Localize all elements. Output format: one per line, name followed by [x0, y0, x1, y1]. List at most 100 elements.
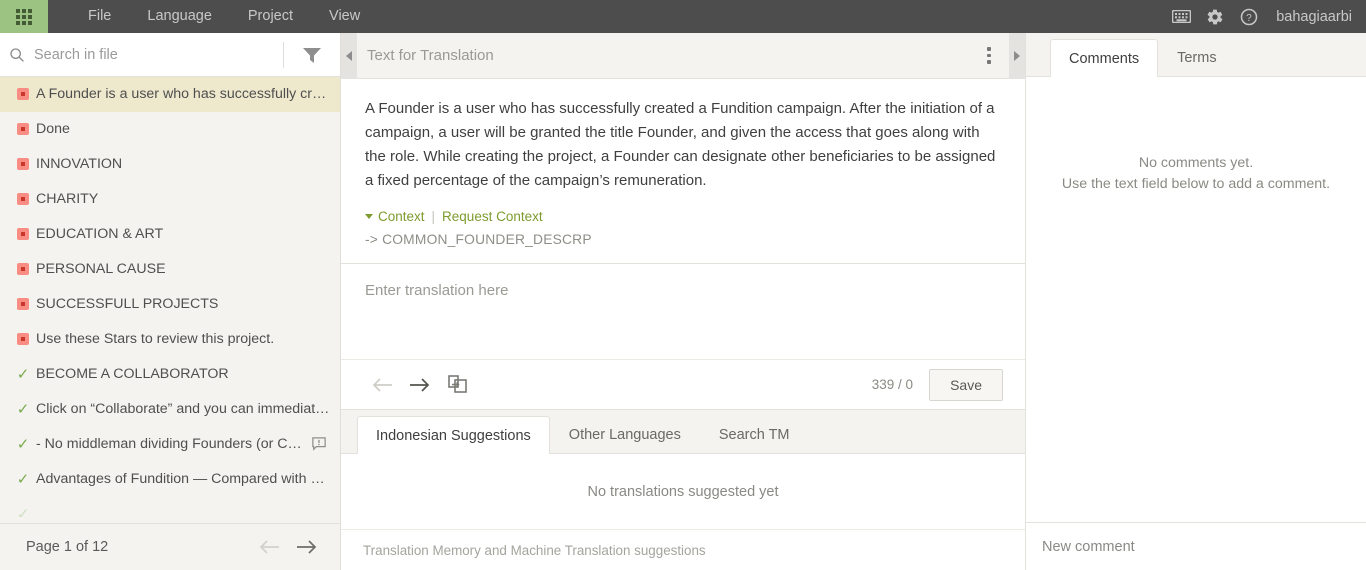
user-account-label[interactable]: bahagiaarbi [1276, 9, 1352, 25]
search-icon [0, 47, 34, 63]
app-body: A Founder is a user who has successfully… [0, 32, 1366, 570]
collapse-left-icon [346, 50, 352, 61]
segment-label: Click on “Collaborate” and you can immed… [36, 401, 330, 417]
copy-source-icon [448, 374, 467, 393]
segment-label: PERSONAL CAUSE [36, 261, 166, 277]
segment-label: EDUCATION & ART [36, 226, 164, 242]
comments-panel: Comments Terms No comments yet. Use the … [1025, 33, 1366, 570]
segment-row-8[interactable]: ✓ BECOME A COLLABORATOR [0, 357, 340, 392]
segment-row-1[interactable]: Done [0, 112, 340, 147]
settings-button[interactable] [1198, 0, 1232, 33]
collapse-left-button[interactable] [341, 32, 357, 79]
context-separator: | [431, 209, 436, 224]
comments-body: No comments yet. Use the text field belo… [1026, 77, 1366, 522]
main-menu: File Language Project View [70, 0, 378, 33]
top-right-actions: ? bahagiaarbi [1164, 0, 1366, 33]
tab-indonesian-suggestions[interactable]: Indonesian Suggestions [357, 416, 550, 454]
segment-row-3[interactable]: CHARITY [0, 182, 340, 217]
editor-menu-button[interactable] [969, 47, 1009, 64]
arrow-left-icon [259, 540, 279, 554]
segment-row-0[interactable]: A Founder is a user who has successfully… [0, 77, 340, 112]
chevron-down-icon[interactable] [365, 214, 373, 219]
segment-row-6[interactable]: SUCCESSFULL PROJECTS [0, 287, 340, 322]
page-title: Text for Translation [367, 47, 494, 64]
segment-row-9[interactable]: ✓ Click on “Collaborate” and you can imm… [0, 392, 340, 427]
segment-label: A Founder is a user who has successfully… [36, 86, 330, 102]
menu-item-file[interactable]: File [70, 0, 129, 33]
segment-list[interactable]: A Founder is a user who has successfully… [0, 77, 340, 523]
comment-indicator-icon[interactable] [308, 437, 330, 451]
status-untranslated-icon [10, 158, 36, 170]
segment-row-7[interactable]: Use these Stars to review this project. [0, 322, 340, 357]
segment-label: INNOVATION [36, 156, 123, 172]
pagination-bar: Page 1 of 12 [0, 523, 340, 570]
menu-item-view[interactable]: View [311, 0, 378, 33]
segment-label: Done [36, 121, 70, 137]
comments-empty-line2: Use the text field below to add a commen… [1061, 176, 1331, 192]
status-translated-icon: ✓ [16, 365, 30, 383]
source-text-content: A Founder is a user who has successfully… [365, 100, 996, 189]
segment-row-partial[interactable]: ✓ [0, 497, 340, 518]
context-value: -> COMMON_FOUNDER_DESCRP [365, 232, 592, 247]
previous-segment-button[interactable] [363, 368, 401, 402]
editor-toolbar: 339 / 0 Save [341, 360, 1025, 410]
help-button[interactable]: ? [1232, 0, 1266, 33]
segment-label: - No middleman dividing Founders (or Col… [36, 436, 308, 452]
comments-tabstrip: Comments Terms [1026, 33, 1366, 77]
keyboard-icon [1171, 10, 1191, 23]
app-grid-icon [16, 8, 32, 25]
segment-row-2[interactable]: INNOVATION [0, 147, 340, 182]
segment-row-10[interactable]: ✓ - No middleman dividing Founders (or C… [0, 427, 340, 462]
segment-label: CHARITY [36, 191, 99, 207]
copy-source-button[interactable] [439, 368, 477, 402]
source-text-panel: A Founder is a user who has successfully… [341, 79, 1025, 264]
suggestions-body: No translations suggested yet [341, 454, 1025, 529]
request-context-link[interactable]: Request Context [442, 209, 543, 224]
status-untranslated-icon [10, 88, 36, 100]
tab-comments[interactable]: Comments [1050, 39, 1159, 77]
tab-other-languages[interactable]: Other Languages [550, 416, 700, 453]
suggestions-footer: Translation Memory and Machine Translati… [341, 529, 1025, 570]
collapse-right-button[interactable] [1009, 32, 1025, 79]
app-grid-button[interactable] [0, 0, 48, 33]
search-input[interactable] [34, 46, 283, 63]
context-row: Context | Request Context [365, 209, 1001, 224]
pagination-arrows [258, 539, 318, 555]
new-comment-input[interactable] [1042, 538, 1350, 555]
filter-button[interactable] [284, 46, 340, 64]
context-toggle-link[interactable]: Context [378, 209, 425, 224]
next-page-button[interactable] [296, 539, 318, 555]
status-untranslated-icon [10, 123, 36, 135]
status-translated-icon: ✓ [16, 505, 30, 518]
status-untranslated-icon [10, 263, 36, 275]
status-untranslated-icon [10, 193, 36, 205]
tab-terms[interactable]: Terms [1158, 39, 1235, 76]
translation-input[interactable] [365, 280, 1001, 350]
suggestions-footer-text: Translation Memory and Machine Translati… [363, 542, 706, 558]
arrow-left-icon [372, 377, 392, 392]
next-segment-button[interactable] [401, 368, 439, 402]
status-translated-icon: ✓ [16, 400, 30, 418]
top-menu-bar: File Language Project View ? bahagiaarbi [0, 0, 1366, 33]
tab-search-tm[interactable]: Search TM [700, 416, 809, 453]
segment-row-11[interactable]: ✓ Advantages of Fundition — Compared wit… [0, 462, 340, 497]
segment-row-4[interactable]: EDUCATION & ART [0, 217, 340, 252]
segment-label: Advantages of Fundition — Compared with … [36, 471, 330, 487]
translation-editor: Text for Translation A Founder is a user… [341, 32, 1025, 570]
segment-row-5[interactable]: PERSONAL CAUSE [0, 252, 340, 287]
segment-label: Use these Stars to review this project. [36, 331, 275, 347]
menu-item-project[interactable]: Project [230, 0, 311, 33]
filter-funnel-icon [303, 47, 321, 63]
keyboard-shortcuts-button[interactable] [1164, 0, 1198, 33]
menu-item-language[interactable]: Language [129, 0, 230, 33]
segment-label: BECOME A COLLABORATOR [36, 366, 229, 382]
more-vertical-icon [987, 47, 991, 64]
segment-label: SUCCESSFULL PROJECTS [36, 296, 219, 312]
status-untranslated-icon [10, 298, 36, 310]
save-button[interactable]: Save [929, 368, 1003, 401]
svg-text:?: ? [1246, 12, 1252, 23]
status-untranslated-icon [10, 228, 36, 240]
prev-page-button[interactable] [258, 539, 280, 555]
status-translated-icon: ✓ [16, 470, 30, 488]
source-text: A Founder is a user who has successfully… [365, 97, 1001, 193]
